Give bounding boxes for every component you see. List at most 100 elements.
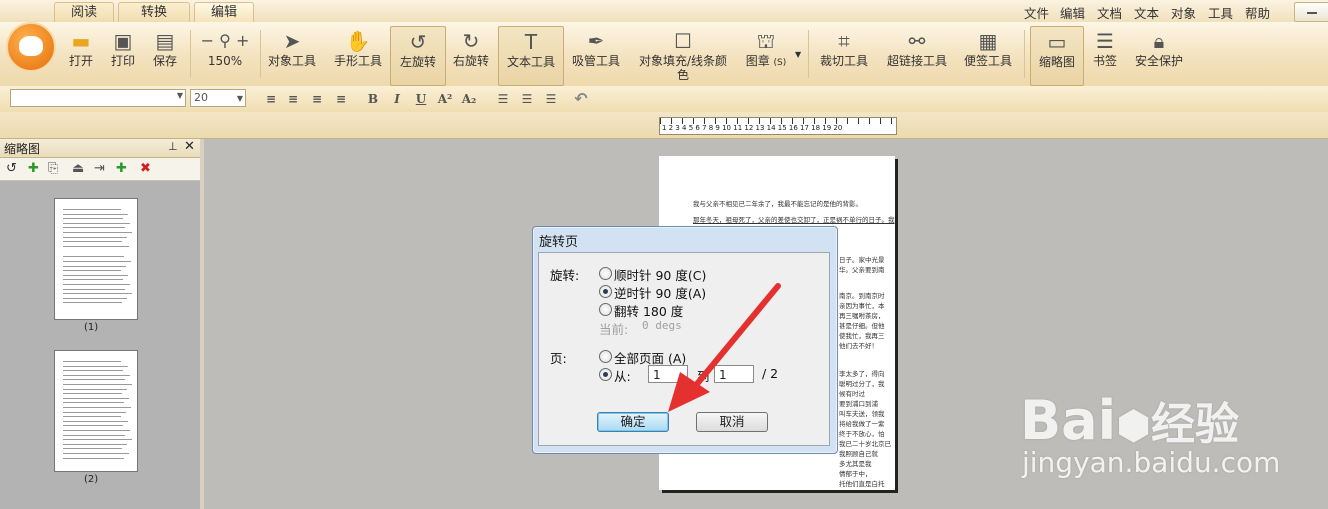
insert-page-icon[interactable]: ✚ xyxy=(28,160,39,178)
align-center-icon[interactable]: ≡ xyxy=(284,90,302,108)
font-size-value: 20 xyxy=(194,91,208,104)
note-icon: ▦ xyxy=(978,29,998,53)
thumbnail-text-line xyxy=(63,384,132,385)
rotate-right-label: 右旋转 xyxy=(452,54,489,68)
print-button[interactable]: ▣ 打印 xyxy=(104,26,142,84)
thumbnail-text-line xyxy=(63,434,125,436)
fill-line-color-button[interactable]: ☐ 对象填充/线条颜 色 xyxy=(634,26,732,84)
hand-tool-button[interactable]: ✋ 手形工具 xyxy=(330,26,386,84)
thumbnail-caption-2: (2) xyxy=(84,474,99,485)
toolbar-divider xyxy=(1024,30,1025,78)
text-tool-button[interactable]: T 文本工具 xyxy=(498,26,564,86)
crop-tool-button[interactable]: ⌗ 裁切工具 xyxy=(816,26,872,84)
pointer-icon: ➤ xyxy=(283,29,301,53)
watermark-brand2: 经验 xyxy=(1151,399,1240,450)
insert-file-icon[interactable]: ⎘ xyxy=(48,160,58,178)
thumbnail-text-line xyxy=(63,261,131,262)
menu-object[interactable]: 对象 xyxy=(1171,3,1196,22)
fill-line-color-label: 对象填充/线条颜 xyxy=(638,54,728,68)
security-button[interactable]: 🔒︎ 安全保护 xyxy=(1130,26,1188,84)
thumbnail-text-line xyxy=(63,361,121,362)
stamp-shortcut: (S) xyxy=(773,58,787,68)
superscript-button[interactable]: A² xyxy=(436,90,454,108)
tab-read[interactable]: 阅读 xyxy=(54,2,114,23)
radio-page-range[interactable] xyxy=(599,368,612,381)
italic-button[interactable]: I xyxy=(388,90,406,108)
radio-clockwise[interactable] xyxy=(599,267,612,280)
font-family-select[interactable]: ▼ xyxy=(10,89,186,107)
stamp-dropdown-arrow-icon[interactable]: ▼ xyxy=(795,50,801,59)
chevron-down-icon: ▼ xyxy=(176,91,183,100)
menu-text[interactable]: 文本 xyxy=(1134,3,1159,22)
color-square-icon: ☐ xyxy=(674,29,692,53)
menu-file[interactable]: 文件 xyxy=(1024,3,1049,22)
extract-page-icon[interactable]: ⏏ xyxy=(72,160,84,178)
toolbar-divider xyxy=(260,30,261,78)
underline-button[interactable]: U xyxy=(412,90,430,108)
app-logo-button[interactable] xyxy=(6,22,56,72)
align-right-icon[interactable]: ≡ xyxy=(308,90,326,108)
ruler-numbers: 1 2 3 4 5 6 7 8 9 10 11 12 13 14 15 16 1… xyxy=(662,124,843,132)
floppy-icon: ▤ xyxy=(155,29,175,53)
align-left-icon[interactable]: ≡ xyxy=(262,90,280,108)
thumbnail-text-line xyxy=(63,393,122,395)
thumbnail-text-line xyxy=(63,218,123,220)
rotate-right-button[interactable]: ↻ 右旋转 xyxy=(448,26,494,84)
zoom-control[interactable]: − ⚲ + 150% xyxy=(194,26,256,84)
open-button[interactable]: ▬ 打开 xyxy=(62,26,100,84)
thumbnail-text-line xyxy=(63,425,123,427)
line-spacing-icon[interactable]: ☰ xyxy=(494,90,512,108)
radio-counterclockwise[interactable] xyxy=(599,285,612,298)
save-button[interactable]: ▤ 保存 xyxy=(146,26,184,84)
align-justify-icon[interactable]: ≡ xyxy=(332,90,350,108)
menu-edit[interactable]: 编辑 xyxy=(1060,3,1085,22)
note-tool-button[interactable]: ▦ 便签工具 xyxy=(960,26,1016,84)
object-tool-button[interactable]: ➤ 对象工具 xyxy=(264,26,320,84)
eyedropper-button[interactable]: ✒ 吸管工具 xyxy=(568,26,624,84)
replace-page-icon[interactable]: ✚ xyxy=(116,160,127,178)
thumbnail-button[interactable]: ▭ 缩略图 xyxy=(1030,26,1084,86)
thumbnail-text-line xyxy=(63,374,130,376)
rotate-left-icon: ↺ xyxy=(409,30,427,54)
bold-button[interactable]: B xyxy=(364,90,382,108)
paragraph-spacing-icon[interactable]: ☰ xyxy=(518,90,536,108)
close-icon[interactable]: ✕ xyxy=(184,139,195,154)
tab-convert[interactable]: 转换 xyxy=(118,2,190,23)
thumbnail-text-line xyxy=(63,293,132,295)
bookmark-button[interactable]: ☰ 书签 xyxy=(1086,26,1124,84)
menu-tools[interactable]: 工具 xyxy=(1208,3,1233,22)
thumbnail-text-line xyxy=(63,439,132,441)
page-text-line: 他们去不好！ xyxy=(839,342,878,350)
from-label: 从: xyxy=(614,369,631,384)
radio-all-pages[interactable] xyxy=(599,350,612,363)
export-page-icon[interactable]: ⇥ xyxy=(94,160,105,178)
thumbnail-text-line xyxy=(63,227,125,229)
page-text-line: 再三嘱咐茶房， xyxy=(839,312,885,320)
list-icon: ☰ xyxy=(1096,29,1114,53)
menu-help[interactable]: 帮助 xyxy=(1245,3,1270,22)
font-size-select[interactable]: 20 ▼ xyxy=(190,89,246,107)
page-text-line: 将给我做了一紫 xyxy=(839,420,885,428)
rotate-right-icon: ↻ xyxy=(462,29,480,53)
rotate-page-icon[interactable]: ↺ xyxy=(6,160,17,178)
page-thumbnail-2[interactable] xyxy=(54,350,138,472)
radio-flip[interactable] xyxy=(599,303,612,316)
undo-icon[interactable]: ↶ xyxy=(572,90,590,108)
page-thumbnail-1[interactable] xyxy=(54,198,138,320)
page-text-line: 那年冬天，祖母死了，父亲的差使也交卸了，正是祸不单行的日子。我 xyxy=(693,216,895,224)
hyperlink-tool-button[interactable]: ⚯ 超链接工具 xyxy=(884,26,950,84)
delete-page-icon[interactable]: ✖ xyxy=(140,160,151,178)
window-minimize-button[interactable] xyxy=(1294,2,1328,22)
indent-icon[interactable]: ☰ xyxy=(542,90,560,108)
rotate-left-button[interactable]: ↺ 左旋转 xyxy=(390,26,446,86)
subscript-button[interactable]: A₂ xyxy=(460,90,478,108)
security-label: 安全保护 xyxy=(1134,54,1183,68)
menu-document[interactable]: 文档 xyxy=(1097,3,1122,22)
pin-icon[interactable]: ⊥ xyxy=(168,140,178,153)
stamp-button[interactable]: ⛫ 图章 (S) xyxy=(740,26,792,84)
annotation-arrow-icon xyxy=(668,283,781,412)
thumbnail-text-line xyxy=(63,209,121,210)
dialog-title: 旋转页 xyxy=(539,235,579,250)
tab-edit[interactable]: 编辑 xyxy=(194,2,254,23)
thumbnail-panel-title: 缩略图 xyxy=(4,142,41,156)
